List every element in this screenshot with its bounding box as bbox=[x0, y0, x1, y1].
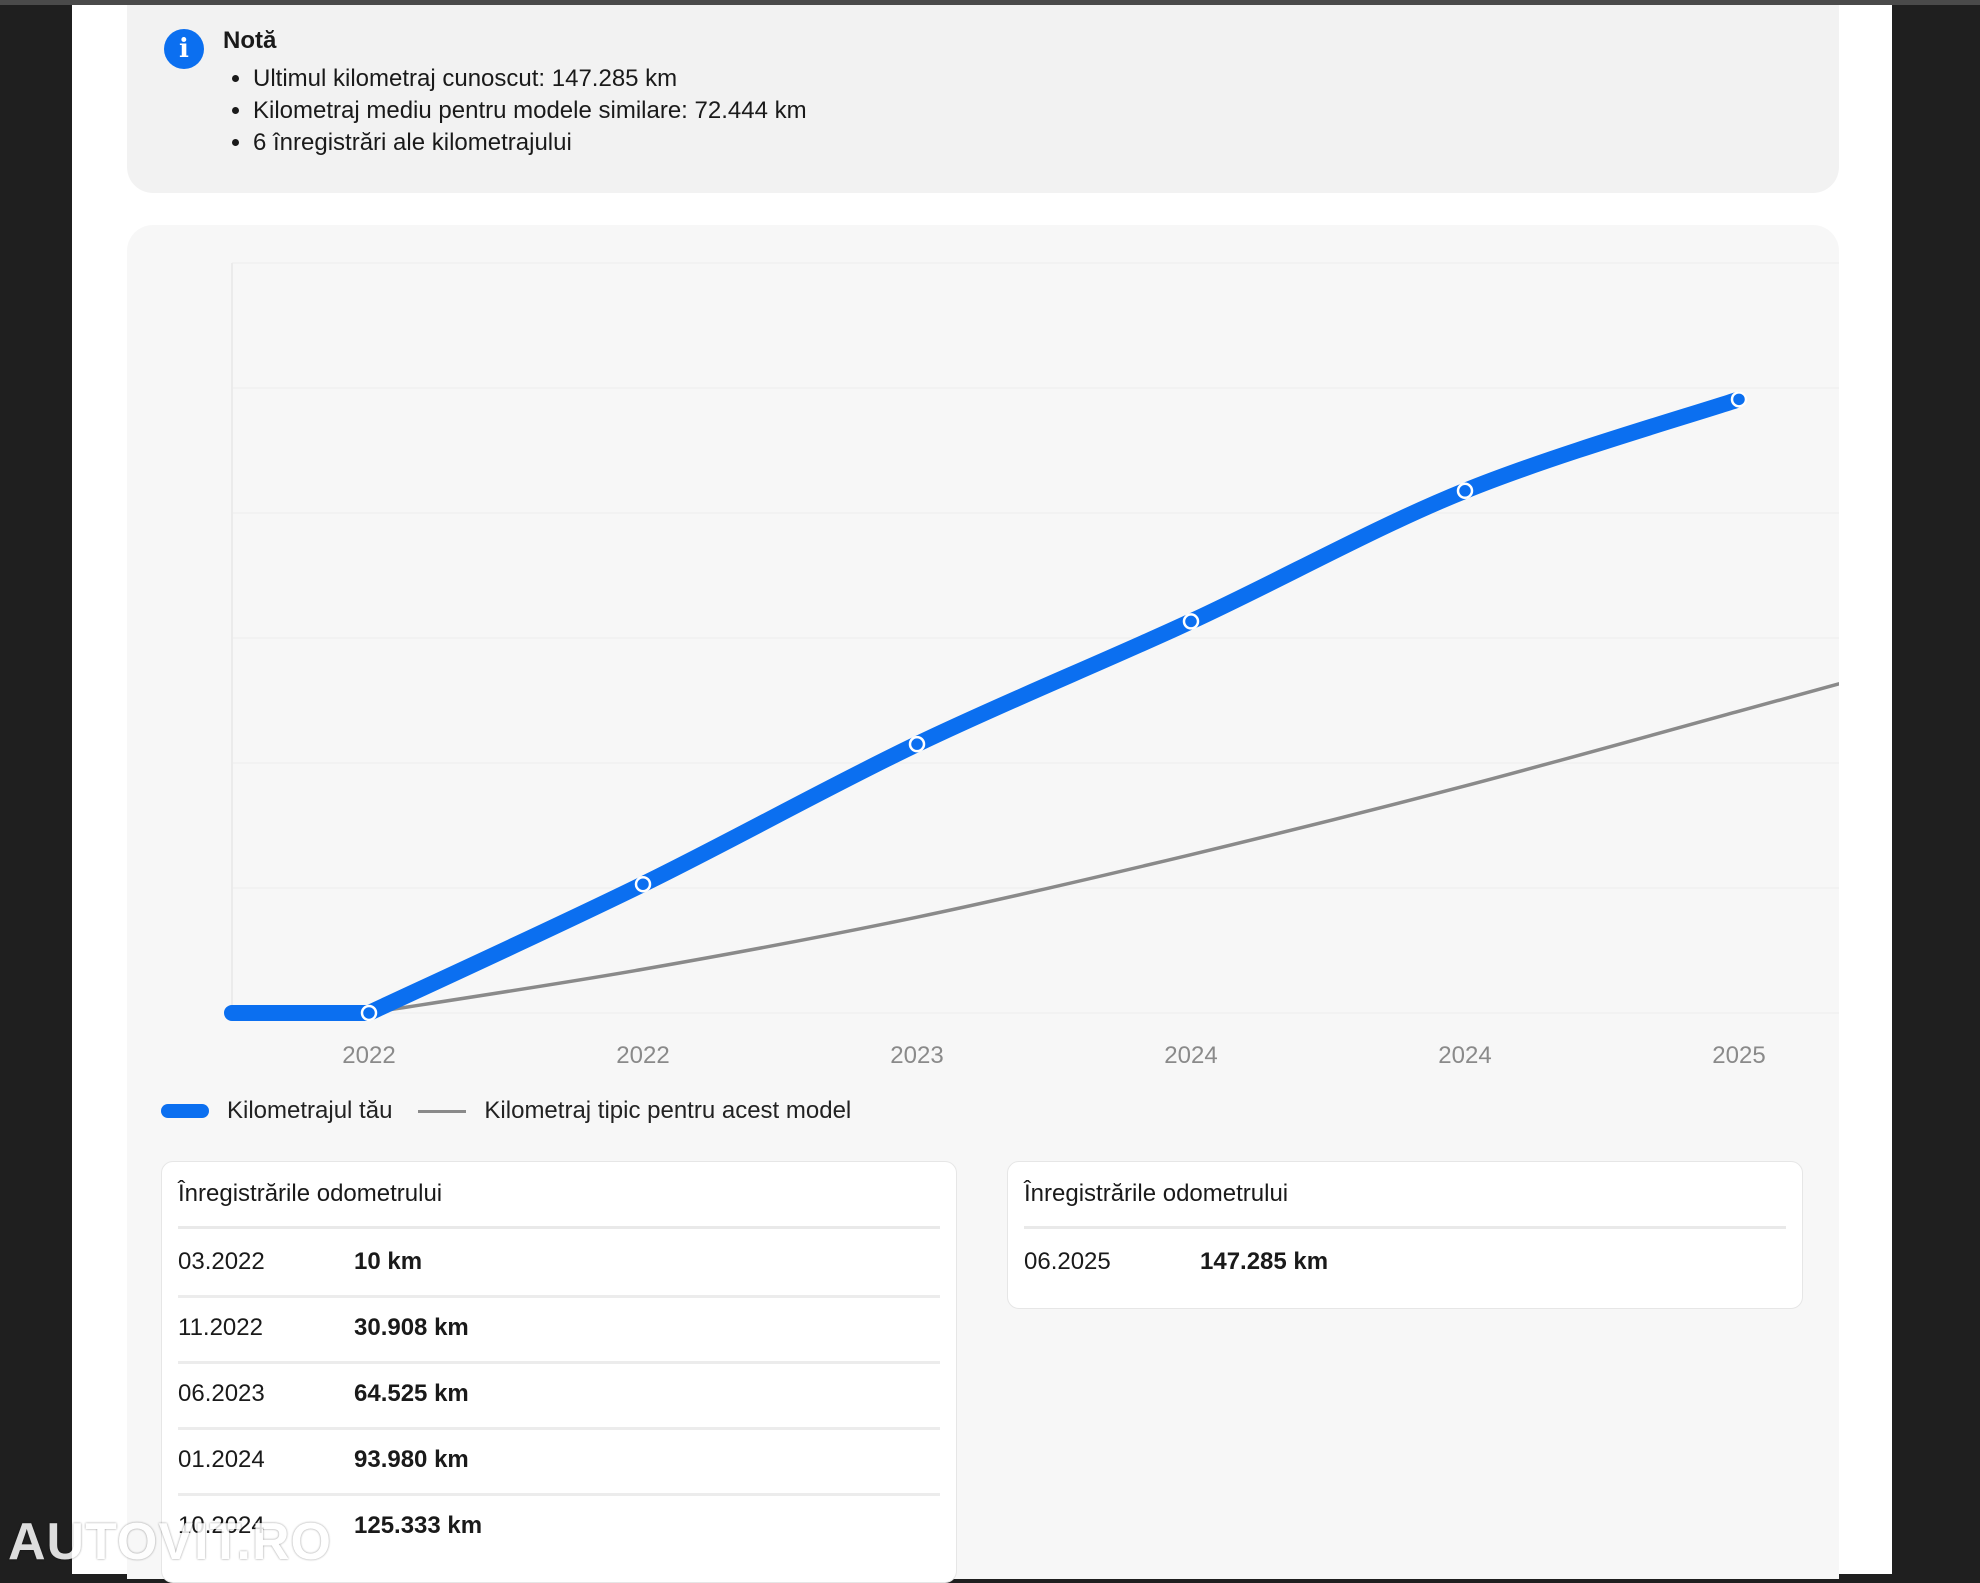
record-date: 06.2023 bbox=[178, 1380, 265, 1407]
record-value: 93.980 km bbox=[354, 1446, 469, 1473]
record-date: 01.2024 bbox=[178, 1446, 265, 1473]
data-point bbox=[1456, 482, 1474, 500]
record-value: 10 km bbox=[354, 1248, 423, 1275]
chart-legend: Kilometrajul tău Kilometraj tipic pentru… bbox=[161, 1091, 851, 1131]
data-point bbox=[634, 875, 652, 893]
table-header: Înregistrările odometrului bbox=[1024, 1162, 1786, 1229]
series-line-typical-mileage bbox=[368, 682, 1839, 1015]
x-tick-label: 2023 bbox=[890, 1042, 943, 1069]
note-title: Notă bbox=[223, 27, 277, 54]
note-item: Kilometraj mediu pentru modele similare:… bbox=[253, 95, 807, 127]
record-value: 147.285 km bbox=[1200, 1248, 1329, 1275]
chart-card: 2022 2022 2023 2024 2024 2025 Kilometrajul tă… bbox=[127, 225, 1839, 1583]
table-row: 06.2025 147.285 km bbox=[1024, 1229, 1786, 1295]
data-point bbox=[1730, 391, 1748, 408]
data-point bbox=[908, 735, 926, 753]
table-row: 03.2022 10 km bbox=[178, 1229, 940, 1298]
legend-label-typical-mileage: Kilometraj tipic pentru acest model bbox=[484, 1097, 852, 1124]
legend-swatch-your-mileage bbox=[161, 1104, 209, 1118]
x-tick-label: 2025 bbox=[1712, 1042, 1765, 1069]
note-item: 6 înregistrări ale kilometrajului bbox=[253, 127, 807, 159]
legend-swatch-typical-mileage bbox=[418, 1109, 467, 1113]
record-date: 03.2022 bbox=[178, 1248, 265, 1275]
table-row: 01.2024 93.980 km bbox=[178, 1427, 940, 1496]
info-icon: i bbox=[164, 29, 204, 69]
x-tick-label: 2024 bbox=[1164, 1042, 1217, 1069]
record-date: 11.2022 bbox=[178, 1314, 263, 1341]
x-tick-label: 2024 bbox=[1438, 1042, 1491, 1069]
series-line-your-mileage bbox=[224, 391, 1747, 1021]
record-value: 30.908 km bbox=[354, 1314, 469, 1341]
note-card: i Notă Ultimul kilometraj cunoscut: 147.… bbox=[127, 5, 1839, 193]
legend-label-your-mileage: Kilometrajul tău bbox=[227, 1097, 393, 1124]
record-date: 06.2025 bbox=[1024, 1248, 1111, 1275]
x-tick-label: 2022 bbox=[342, 1042, 395, 1069]
data-point bbox=[360, 1004, 378, 1022]
mileage-chart: 2022 2022 2023 2024 2024 2025 bbox=[224, 262, 1839, 1069]
note-item: Ultimul kilometraj cunoscut: 147.285 km bbox=[253, 63, 807, 95]
data-point bbox=[1182, 613, 1200, 630]
table-row: 11.2022 30.908 km bbox=[178, 1295, 940, 1364]
table-row: 06.2023 64.525 km bbox=[178, 1361, 940, 1430]
x-tick-label: 2022 bbox=[616, 1042, 669, 1069]
table-header: Înregistrările odometrului bbox=[178, 1162, 940, 1229]
autovit-watermark: AUTOVIT.RO bbox=[8, 1513, 332, 1571]
record-value: 64.525 km bbox=[354, 1380, 469, 1407]
page-content: i Notă Ultimul kilometraj cunoscut: 147.… bbox=[72, 5, 1892, 1583]
note-list: Ultimul kilometraj cunoscut: 147.285 km … bbox=[223, 63, 807, 159]
odometer-records-table: Înregistrările odometrului 06.2025 147.2… bbox=[1007, 1161, 1803, 1309]
record-value: 125.333 km bbox=[354, 1512, 483, 1539]
